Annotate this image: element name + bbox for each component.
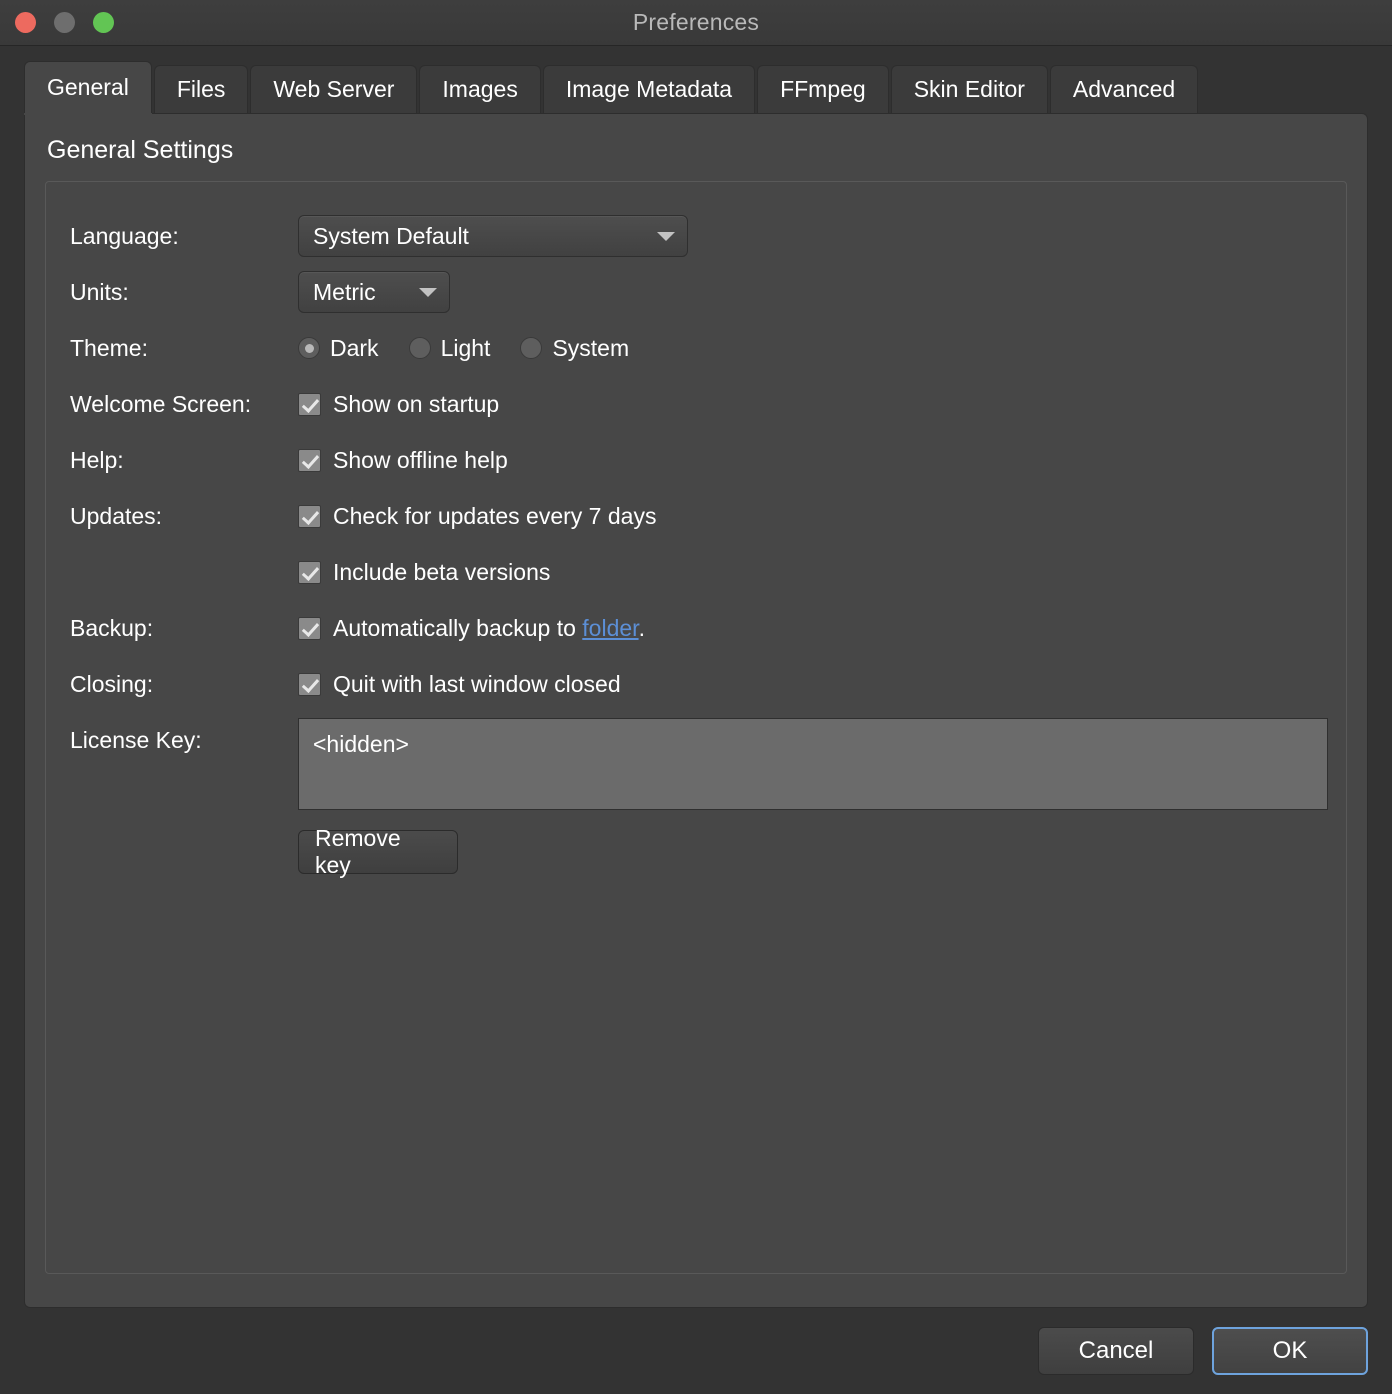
radio-dark-icon[interactable]	[298, 337, 320, 359]
welcome-screen-label: Welcome Screen:	[70, 390, 252, 417]
updates-label: Updates:	[70, 502, 163, 529]
tab-files-label: Files	[176, 76, 226, 102]
tab-web-server-label: Web Server	[273, 76, 395, 102]
preferences-window: Preferences General Files Web Server Ima…	[0, 0, 1392, 1394]
settings-form: Language: System Default Units: Metric T…	[46, 208, 1346, 878]
tab-images-label: Images	[442, 76, 518, 102]
beta-checkbox-label: Include beta versions	[333, 558, 551, 585]
welcome-screen-checkbox-label: Show on startup	[333, 390, 500, 417]
cancel-button[interactable]: Cancel	[1038, 1327, 1194, 1375]
section-title: General Settings	[47, 136, 234, 164]
welcome-screen-checkbox-row[interactable]: Show on startup	[298, 391, 499, 418]
checkbox-show-on-startup-icon[interactable]	[298, 392, 321, 416]
radio-system-icon[interactable]	[520, 337, 543, 359]
tab-image-metadata[interactable]: Image Metadata	[542, 65, 756, 113]
checkbox-check-for-updates-icon[interactable]	[298, 504, 321, 528]
checkbox-include-beta-icon[interactable]	[298, 560, 321, 584]
minimize-window-icon[interactable]	[54, 12, 75, 33]
general-settings-group: Language: System Default Units: Metric T…	[45, 181, 1347, 1274]
tab-general-label: General	[47, 74, 129, 100]
tab-images[interactable]: Images	[419, 65, 541, 113]
backup-text-after: .	[638, 614, 645, 641]
maximize-window-icon[interactable]	[93, 12, 114, 33]
checkbox-show-offline-help-icon[interactable]	[298, 448, 321, 472]
tab-ffmpeg[interactable]: FFmpeg	[757, 65, 889, 113]
chevron-down-icon	[657, 231, 675, 241]
radio-light-icon[interactable]	[408, 337, 431, 359]
help-label: Help:	[70, 446, 124, 473]
tab-general[interactable]: General	[24, 61, 152, 113]
tab-files[interactable]: Files	[153, 65, 249, 113]
window-title: Preferences	[632, 9, 760, 35]
help-checkbox-label: Show offline help	[333, 446, 508, 473]
checkbox-quit-with-last-window-icon[interactable]	[298, 672, 321, 696]
title-bar: Preferences	[0, 0, 1392, 46]
language-value: System Default	[313, 222, 469, 249]
general-tab-panel: General Settings Language: System Defaul…	[24, 113, 1368, 1308]
dialog-footer: Cancel OK	[0, 1308, 1392, 1394]
license-key-label: License Key:	[70, 726, 202, 753]
language-select[interactable]: System Default	[298, 215, 688, 257]
theme-option-system-label: System	[552, 334, 630, 361]
backup-folder-link[interactable]: folder	[582, 615, 638, 641]
ok-button[interactable]: OK	[1212, 1327, 1368, 1375]
theme-radio-group: Dark Light System	[298, 335, 651, 362]
updates-checkbox-row[interactable]: Check for updates every 7 days	[298, 503, 656, 530]
close-window-icon[interactable]	[15, 12, 36, 33]
tab-ffmpeg-label: FFmpeg	[780, 76, 866, 102]
language-label: Language:	[70, 222, 179, 249]
updates-checkbox-label: Check for updates every 7 days	[333, 502, 657, 529]
license-key-input[interactable]: <hidden>	[298, 718, 1328, 810]
tab-advanced-label: Advanced	[1072, 76, 1176, 102]
beta-spacer	[70, 544, 298, 600]
theme-option-light-label: Light	[440, 334, 491, 361]
units-select[interactable]: Metric	[298, 271, 450, 313]
tab-skin-editor[interactable]: Skin Editor	[890, 65, 1048, 113]
help-checkbox-row[interactable]: Show offline help	[298, 447, 508, 474]
closing-label: Closing:	[70, 670, 154, 697]
backup-label: Backup:	[70, 614, 154, 641]
closing-checkbox-row[interactable]: Quit with last window closed	[298, 671, 621, 698]
chevron-down-icon	[419, 287, 437, 297]
beta-checkbox-row[interactable]: Include beta versions	[298, 559, 550, 586]
checkbox-auto-backup-icon[interactable]	[298, 616, 321, 640]
closing-checkbox-label: Quit with last window closed	[333, 670, 621, 697]
units-label: Units:	[70, 278, 129, 305]
tab-image-metadata-label: Image Metadata	[565, 76, 733, 102]
theme-option-system[interactable]: System	[520, 335, 629, 362]
remove-key-button[interactable]: Remove key	[298, 825, 458, 878]
tab-skin-editor-label: Skin Editor	[913, 76, 1025, 102]
theme-option-dark[interactable]: Dark	[298, 335, 379, 362]
theme-option-light[interactable]: Light	[408, 334, 491, 362]
tab-advanced[interactable]: Advanced	[1049, 65, 1199, 113]
theme-label: Theme:	[70, 334, 148, 361]
tab-web-server[interactable]: Web Server	[250, 65, 418, 113]
backup-text-before: Automatically backup to	[333, 614, 576, 641]
tab-bar: General Files Web Server Images Image Me…	[0, 61, 1392, 113]
traffic-lights	[15, 0, 114, 45]
units-value: Metric	[313, 278, 376, 305]
theme-option-dark-label: Dark	[330, 334, 379, 361]
backup-checkbox-row[interactable]: Automatically backup to folder.	[298, 615, 645, 642]
